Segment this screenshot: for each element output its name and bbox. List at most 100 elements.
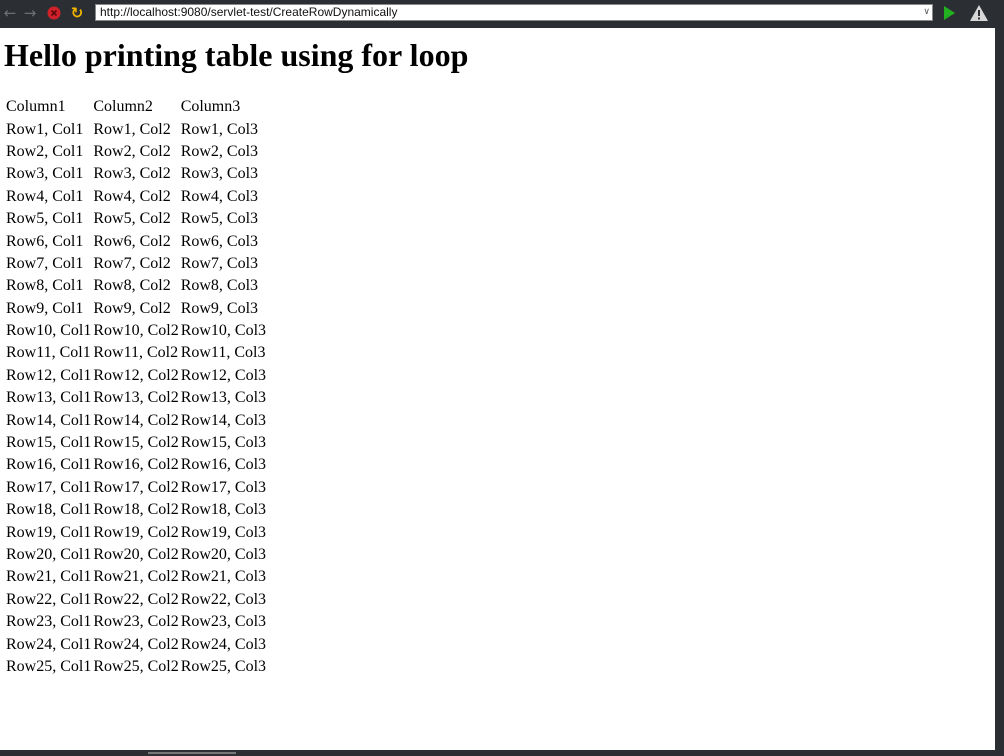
page-title: Hello printing table using for loop	[4, 37, 469, 73]
page-content: Hello printing table using for loop Colu…	[0, 28, 995, 750]
table-row: Row8, Col1 Row8, Col2 Row8, Col3	[6, 276, 266, 296]
table-cell: Row3, Col1	[6, 165, 84, 183]
back-icon[interactable]: ←	[2, 4, 18, 22]
table-cell: Row4, Col1	[6, 187, 84, 205]
table-cell: Row17, Col2	[93, 478, 179, 496]
table-cell: Row9, Col3	[180, 299, 259, 317]
table-row: Row10, Col1 Row10, Col2 Row10, Col3	[6, 321, 266, 341]
table-cell: Row23, Col3	[180, 613, 267, 631]
table-cell: Row6, Col1	[6, 232, 84, 250]
table-cell: Row16, Col2	[93, 456, 179, 474]
table-cell: Row23, Col2	[93, 613, 179, 631]
table-cell: Row9, Col1	[6, 299, 84, 317]
table-cell: Row3, Col3	[180, 165, 259, 183]
table-cell: Row4, Col2	[93, 187, 171, 205]
table-cell: Row1, Col3	[180, 120, 259, 138]
table-cell: Row12, Col1	[6, 366, 92, 384]
table-cell: Row18, Col2	[93, 501, 179, 519]
url-input[interactable]	[100, 5, 910, 20]
table-cell: Row8, Col1	[6, 277, 84, 295]
table-cell: Row17, Col1	[6, 478, 92, 496]
table-cell: Row11, Col2	[93, 344, 179, 362]
table-cell: Row11, Col3	[180, 344, 266, 362]
forward-icon[interactable]: →	[21, 4, 39, 22]
table-cell: Row2, Col2	[93, 142, 171, 160]
table-cell: Row4, Col3	[180, 187, 259, 205]
table-cell: Row17, Col3	[180, 478, 267, 496]
table-row: Row11, Col1 Row11, Col2 Row11, Col3	[6, 343, 266, 363]
table-row: Row5, Col1 Row5, Col2 Row5, Col3	[6, 209, 266, 229]
table-cell: Row25, Col2	[93, 657, 179, 675]
table-cell: Row23, Col1	[6, 613, 92, 631]
table-cell: Row5, Col3	[180, 210, 259, 228]
table-row: Row7, Col1 Row7, Col2 Row7, Col3	[6, 254, 266, 274]
table-row: Row18, Col1 Row18, Col2 Row18, Col3	[6, 500, 266, 520]
table-row: Row25, Col1 Row25, Col2 Row25, Col3	[6, 657, 266, 677]
table-cell: Row6, Col3	[180, 232, 259, 250]
table-cell: Row20, Col1	[6, 546, 92, 563]
table-cell: Row12, Col3	[180, 366, 267, 384]
table-cell: Row7, Col2	[93, 254, 171, 272]
table-row: Row16, Col1 Row16, Col2 Row16, Col3	[6, 455, 266, 475]
table-cell: Row18, Col1	[6, 501, 92, 519]
table-row: Row13, Col1 Row13, Col2 Row13, Col3	[6, 388, 266, 408]
table-cell: Row1, Col1	[6, 120, 84, 138]
table-row: Row24, Col1 Row24, Col2 Row24, Col3	[6, 634, 266, 654]
table-cell: Row15, Col1	[6, 434, 92, 452]
column-header: Column2	[93, 98, 153, 116]
table-cell: Row16, Col1	[6, 456, 92, 474]
column-header: Column1	[6, 98, 66, 116]
table-row: Row1, Col1 Row1, Col2 Row1, Col3	[6, 119, 266, 139]
warning-icon[interactable]	[968, 4, 990, 22]
table-row: Row9, Col1 Row9, Col2 Row9, Col3	[6, 299, 266, 319]
table-row: Row4, Col1 Row4, Col2 Row4, Col3	[6, 187, 266, 207]
table-row: Row19, Col1 Row19, Col2 Row19, Col3	[6, 522, 266, 542]
table-cell: Row13, Col3	[180, 389, 267, 407]
table-cell: Row22, Col2	[93, 590, 179, 608]
table-cell: Row19, Col3	[180, 523, 267, 541]
table-cell: Row15, Col3	[180, 434, 267, 452]
table-cell: Row3, Col2	[93, 165, 171, 183]
table-cell: Row19, Col2	[93, 523, 179, 541]
table-cell: Row14, Col3	[180, 411, 267, 429]
table-row: Row22, Col1 Row22, Col2 Row22, Col3	[6, 590, 266, 610]
address-bar[interactable]: ∨	[95, 4, 933, 21]
table-cell: Row19, Col1	[6, 523, 92, 541]
table-row: Row15, Col1 Row15, Col2 Row15, Col3	[6, 433, 266, 453]
table-cell: Row7, Col1	[6, 254, 84, 272]
chevron-down-icon[interactable]: ∨	[923, 5, 930, 20]
table-row: Row17, Col1 Row17, Col2 Row17, Col3	[6, 478, 266, 498]
table-row: Row2, Col1 Row2, Col2 Row2, Col3	[6, 142, 266, 162]
table-cell: Row10, Col3	[180, 322, 267, 340]
table-cell: Row13, Col1	[6, 389, 92, 407]
table-cell: Row6, Col2	[93, 232, 171, 250]
table-row: Row14, Col1 Row14, Col2 Row14, Col3	[6, 410, 266, 430]
table-cell: Row8, Col2	[93, 277, 171, 295]
table-cell: Row11, Col1	[6, 344, 91, 362]
table-cell: Row22, Col1	[6, 590, 92, 608]
data-table: Column1 Column2 Column3 Row1, Col1 Row1, …	[4, 95, 268, 679]
column-header: Column3	[180, 98, 241, 116]
stop-icon[interactable]	[45, 4, 63, 22]
table-row: Row12, Col1 Row12, Col2 Row12, Col3	[6, 366, 266, 386]
table-row: Row21, Col1 Row21, Col2 Row21, Col3	[6, 567, 266, 587]
table-cell: Row21, Col1	[6, 568, 92, 586]
table-cell: Row24, Col2	[93, 635, 179, 653]
table-cell: Row15, Col2	[93, 434, 179, 452]
table-cell: Row5, Col2	[93, 210, 171, 228]
table-cell: Row24, Col1	[6, 635, 92, 653]
refresh-icon[interactable]: ↻	[68, 4, 86, 22]
table-cell: Row7, Col3	[180, 254, 259, 272]
table-row: Row6, Col1 Row6, Col2 Row6, Col3	[6, 231, 266, 251]
table-cell: Row24, Col3	[180, 635, 267, 653]
table-cell: Row5, Col1	[6, 210, 84, 228]
table-cell: Row8, Col3	[180, 277, 259, 295]
table-cell: Row12, Col2	[93, 366, 179, 384]
table-cell: Row25, Col1	[6, 657, 92, 675]
table-header-row: Column1 Column2 Column3	[6, 97, 266, 117]
horizontal-scrollbar[interactable]	[148, 752, 236, 754]
table-cell: Row22, Col3	[180, 590, 267, 608]
go-icon[interactable]	[940, 4, 958, 22]
table-cell: Row1, Col2	[93, 120, 171, 138]
browser-toolbar: ← → ↻ ∨	[0, 0, 1004, 27]
